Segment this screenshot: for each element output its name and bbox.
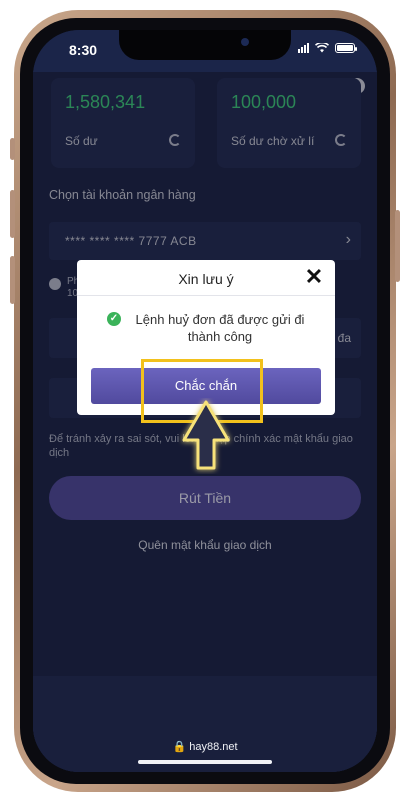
status-icons xyxy=(298,41,357,53)
footer-url: 🔒 hay88.net xyxy=(0,740,410,753)
dialog-title: Xin lưu ý xyxy=(178,271,234,287)
close-icon[interactable]: ✕ xyxy=(303,266,325,288)
side-button-volume-up xyxy=(10,190,15,238)
footer-url-text: hay88.net xyxy=(189,741,238,753)
signal-icon xyxy=(298,43,309,53)
side-button-power xyxy=(395,210,400,282)
side-button-mute xyxy=(10,138,15,160)
side-button-volume-down xyxy=(10,256,15,304)
lock-icon: 🔒 xyxy=(172,741,187,753)
dialog-message: Lệnh huỷ đơn đã được gửi đi thành công xyxy=(135,312,305,344)
battery-icon xyxy=(335,43,357,53)
wifi-icon xyxy=(314,41,330,53)
notch xyxy=(119,30,291,60)
camera-dot xyxy=(241,38,249,46)
check-circle-icon: ✓ xyxy=(107,312,121,326)
status-bar: 8:30 xyxy=(33,30,377,72)
arrow-cursor-icon xyxy=(182,400,230,470)
dialog-header: Xin lưu ý ✕ xyxy=(77,260,335,296)
home-indicator[interactable] xyxy=(138,760,272,764)
status-time: 8:30 xyxy=(69,42,98,58)
